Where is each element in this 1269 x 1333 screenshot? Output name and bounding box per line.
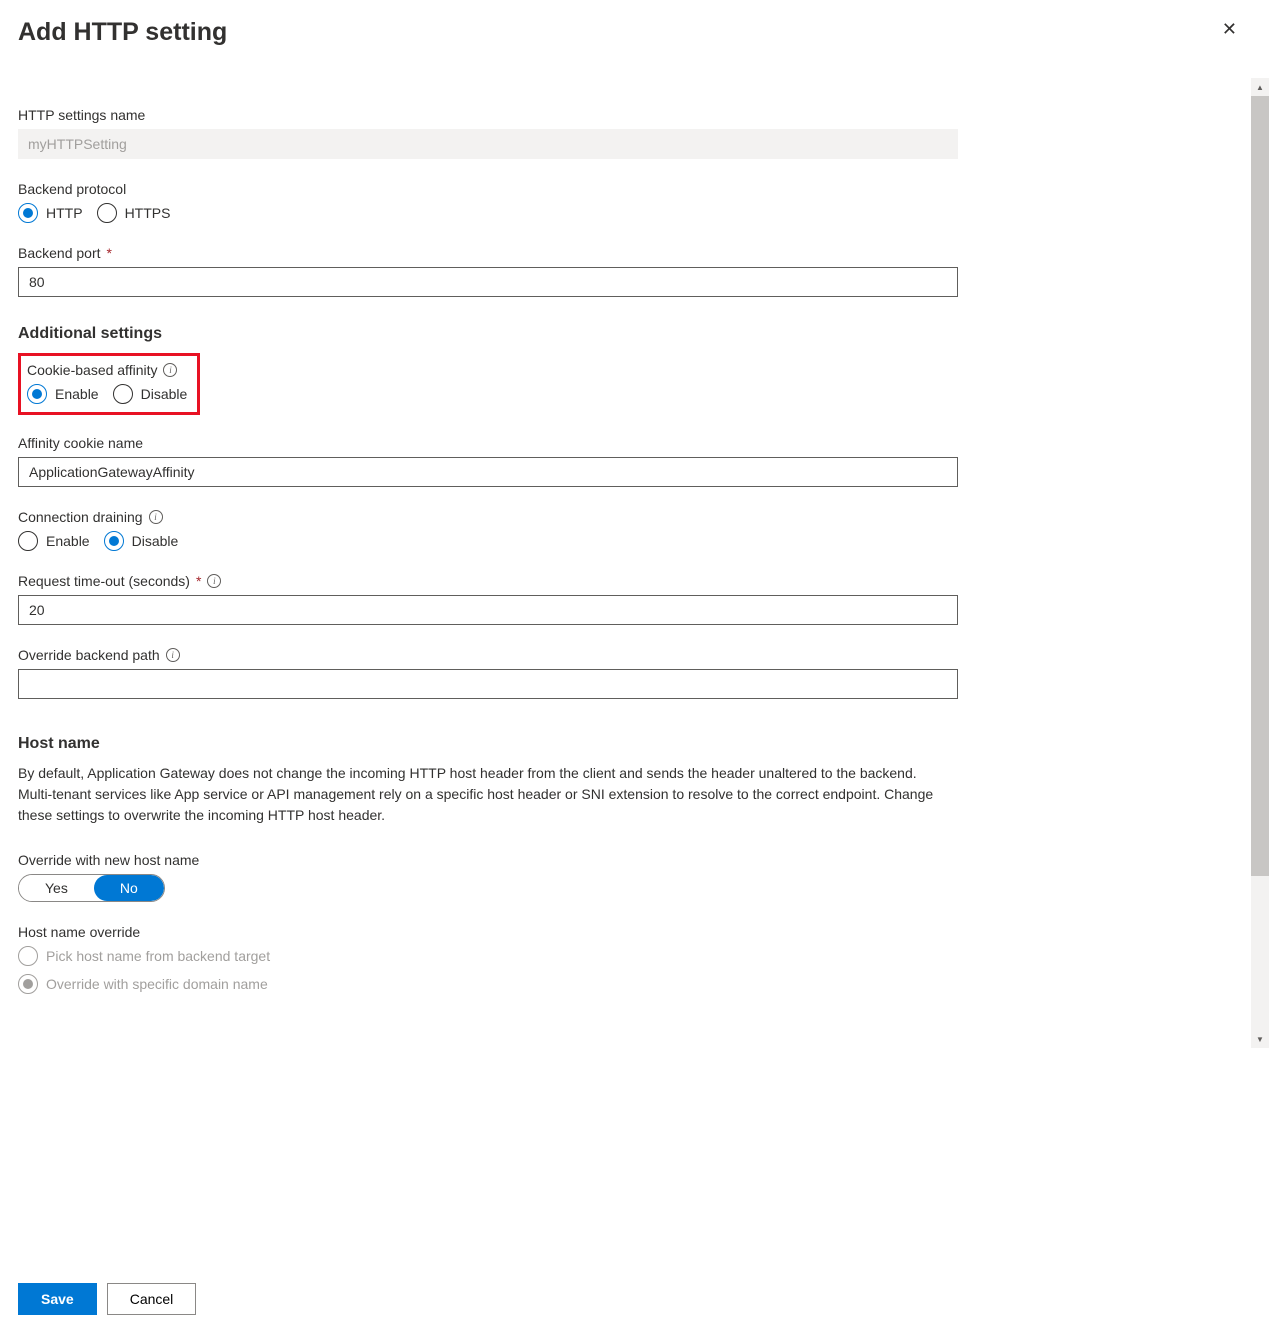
scroll-up-icon[interactable]: ▲: [1251, 78, 1269, 96]
host-name-heading: Host name: [18, 735, 958, 753]
connection-drain-disable-radio[interactable]: Disable: [104, 531, 179, 551]
cookie-affinity-enable-radio[interactable]: Enable: [27, 384, 99, 404]
required-indicator: *: [196, 573, 201, 589]
info-icon[interactable]: i: [163, 363, 177, 377]
page-title: Add HTTP setting: [18, 18, 227, 47]
cancel-button[interactable]: Cancel: [107, 1283, 197, 1315]
override-specific-radio: Override with specific domain name: [18, 974, 958, 994]
cookie-affinity-highlight: Cookie-based affinity i Enable Disable: [18, 353, 200, 415]
override-backend-path-input[interactable]: [18, 669, 958, 699]
request-timeout-label: Request time-out (seconds): [18, 573, 190, 589]
save-button[interactable]: Save: [18, 1283, 97, 1315]
pick-from-backend-label: Pick host name from backend target: [46, 948, 270, 964]
override-backend-path-label: Override backend path: [18, 647, 160, 663]
additional-settings-heading: Additional settings: [18, 325, 958, 343]
cookie-affinity-disable-radio[interactable]: Disable: [113, 384, 188, 404]
required-indicator: *: [107, 245, 112, 261]
override-hostname-no[interactable]: No: [94, 875, 164, 901]
connection-draining-label: Connection draining: [18, 509, 143, 525]
info-icon[interactable]: i: [149, 510, 163, 524]
cookie-affinity-label: Cookie-based affinity: [27, 362, 157, 378]
pick-from-backend-radio: Pick host name from backend target: [18, 946, 958, 966]
scroll-down-icon[interactable]: ▼: [1251, 1030, 1269, 1048]
scroll-thumb[interactable]: [1251, 96, 1269, 876]
backend-protocol-label: Backend protocol: [18, 181, 958, 197]
affinity-cookie-name-label: Affinity cookie name: [18, 435, 958, 451]
enable-label: Enable: [46, 533, 90, 549]
enable-label: Enable: [55, 386, 99, 402]
override-hostname-yes[interactable]: Yes: [19, 875, 94, 901]
request-timeout-input[interactable]: [18, 595, 958, 625]
protocol-https-label: HTTPS: [125, 205, 171, 221]
protocol-http-label: HTTP: [46, 205, 83, 221]
http-settings-name-input[interactable]: [18, 129, 958, 159]
scrollbar[interactable]: ▲ ▼: [1251, 78, 1269, 1048]
close-icon[interactable]: ✕: [1214, 18, 1245, 40]
info-icon[interactable]: i: [166, 648, 180, 662]
protocol-http-radio[interactable]: HTTP: [18, 203, 83, 223]
info-icon[interactable]: i: [207, 574, 221, 588]
override-hostname-toggle[interactable]: Yes No: [18, 874, 165, 902]
host-name-description: By default, Application Gateway does not…: [18, 763, 938, 826]
http-settings-name-label: HTTP settings name: [18, 107, 958, 123]
backend-port-label: Backend port: [18, 245, 101, 261]
disable-label: Disable: [141, 386, 188, 402]
hostname-override-label: Host name override: [18, 924, 958, 940]
backend-port-input[interactable]: [18, 267, 958, 297]
protocol-https-radio[interactable]: HTTPS: [97, 203, 171, 223]
disable-label: Disable: [132, 533, 179, 549]
override-specific-label: Override with specific domain name: [46, 976, 268, 992]
override-newhost-label: Override with new host name: [18, 852, 958, 868]
connection-drain-enable-radio[interactable]: Enable: [18, 531, 90, 551]
affinity-cookie-name-input[interactable]: [18, 457, 958, 487]
